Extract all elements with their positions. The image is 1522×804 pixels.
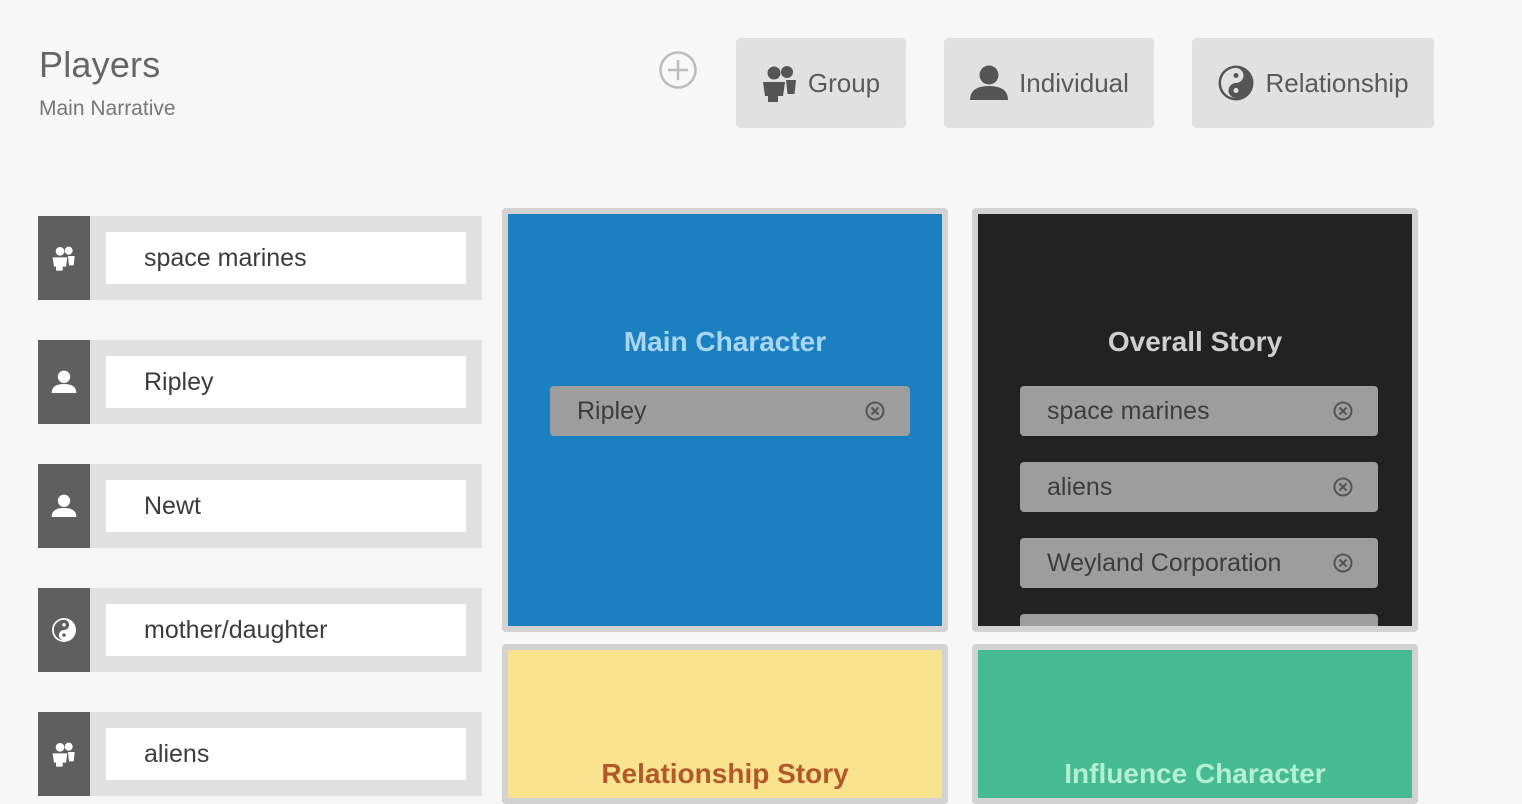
player-name-input[interactable] (106, 604, 466, 656)
chip-label: aliens (1047, 472, 1113, 501)
group-icon (52, 246, 75, 271)
person-icon (970, 65, 1009, 100)
page-title: Players (39, 44, 161, 85)
yin-yang-icon (1218, 65, 1254, 101)
player-row (38, 216, 482, 300)
player-row (38, 588, 482, 672)
player-type-indicator (38, 216, 90, 300)
player-chip[interactable]: Weyland Corporation (1020, 538, 1378, 588)
player-name-input[interactable] (106, 480, 466, 532)
group-button[interactable]: Group (736, 38, 906, 128)
group-icon (762, 66, 796, 102)
chip-label: space marines (1047, 396, 1210, 425)
player-row (38, 464, 482, 548)
player-chip[interactable]: aliens (1020, 462, 1378, 512)
person-icon (51, 494, 77, 518)
player-chip[interactable]: space marines (1020, 386, 1378, 436)
group-button-label: Group (807, 67, 881, 98)
player-row (38, 712, 482, 796)
relationship-story-title: Relationship Story (601, 758, 849, 789)
main-character-title: Main Character (623, 326, 827, 357)
remove-circle-icon[interactable] (1332, 552, 1354, 574)
player-chip-partial[interactable] (1020, 614, 1378, 626)
individual-button[interactable]: Individual (944, 38, 1154, 128)
remove-circle-icon[interactable] (1332, 400, 1354, 422)
player-row (38, 340, 482, 424)
individual-button-label: Individual (1019, 67, 1129, 98)
chip-label: Weyland Corporation (1047, 548, 1282, 577)
player-type-indicator (38, 712, 90, 796)
influence-character-title: Influence Character (1064, 758, 1326, 789)
chip-label: Ripley (577, 396, 647, 425)
player-name-input[interactable] (106, 232, 466, 284)
relationship-button-label: Relationship (1265, 67, 1409, 98)
player-name-input[interactable] (106, 728, 466, 780)
plus-circle-icon (659, 51, 697, 89)
overall-story-panel[interactable]: Overall Story space marines aliens Weyla… (972, 208, 1418, 632)
overall-story-title: Overall Story (1107, 326, 1283, 357)
group-icon (52, 742, 75, 767)
player-type-indicator (38, 464, 90, 548)
relationship-story-panel[interactable]: Relationship Story (502, 644, 948, 804)
person-icon (51, 370, 77, 394)
player-type-indicator (38, 340, 90, 424)
relationship-button[interactable]: Relationship (1192, 38, 1434, 128)
player-chip[interactable]: Ripley (550, 386, 910, 436)
main-character-panel[interactable]: Main Character Ripley (502, 208, 948, 632)
yin-yang-icon (52, 618, 76, 642)
page-subtitle: Main Narrative (39, 97, 176, 120)
influence-character-panel[interactable]: Influence Character (972, 644, 1418, 804)
player-type-indicator (38, 588, 90, 672)
remove-circle-icon[interactable] (864, 400, 886, 422)
add-player-button[interactable] (658, 50, 698, 90)
player-name-input[interactable] (106, 356, 466, 408)
remove-circle-icon[interactable] (1332, 476, 1354, 498)
